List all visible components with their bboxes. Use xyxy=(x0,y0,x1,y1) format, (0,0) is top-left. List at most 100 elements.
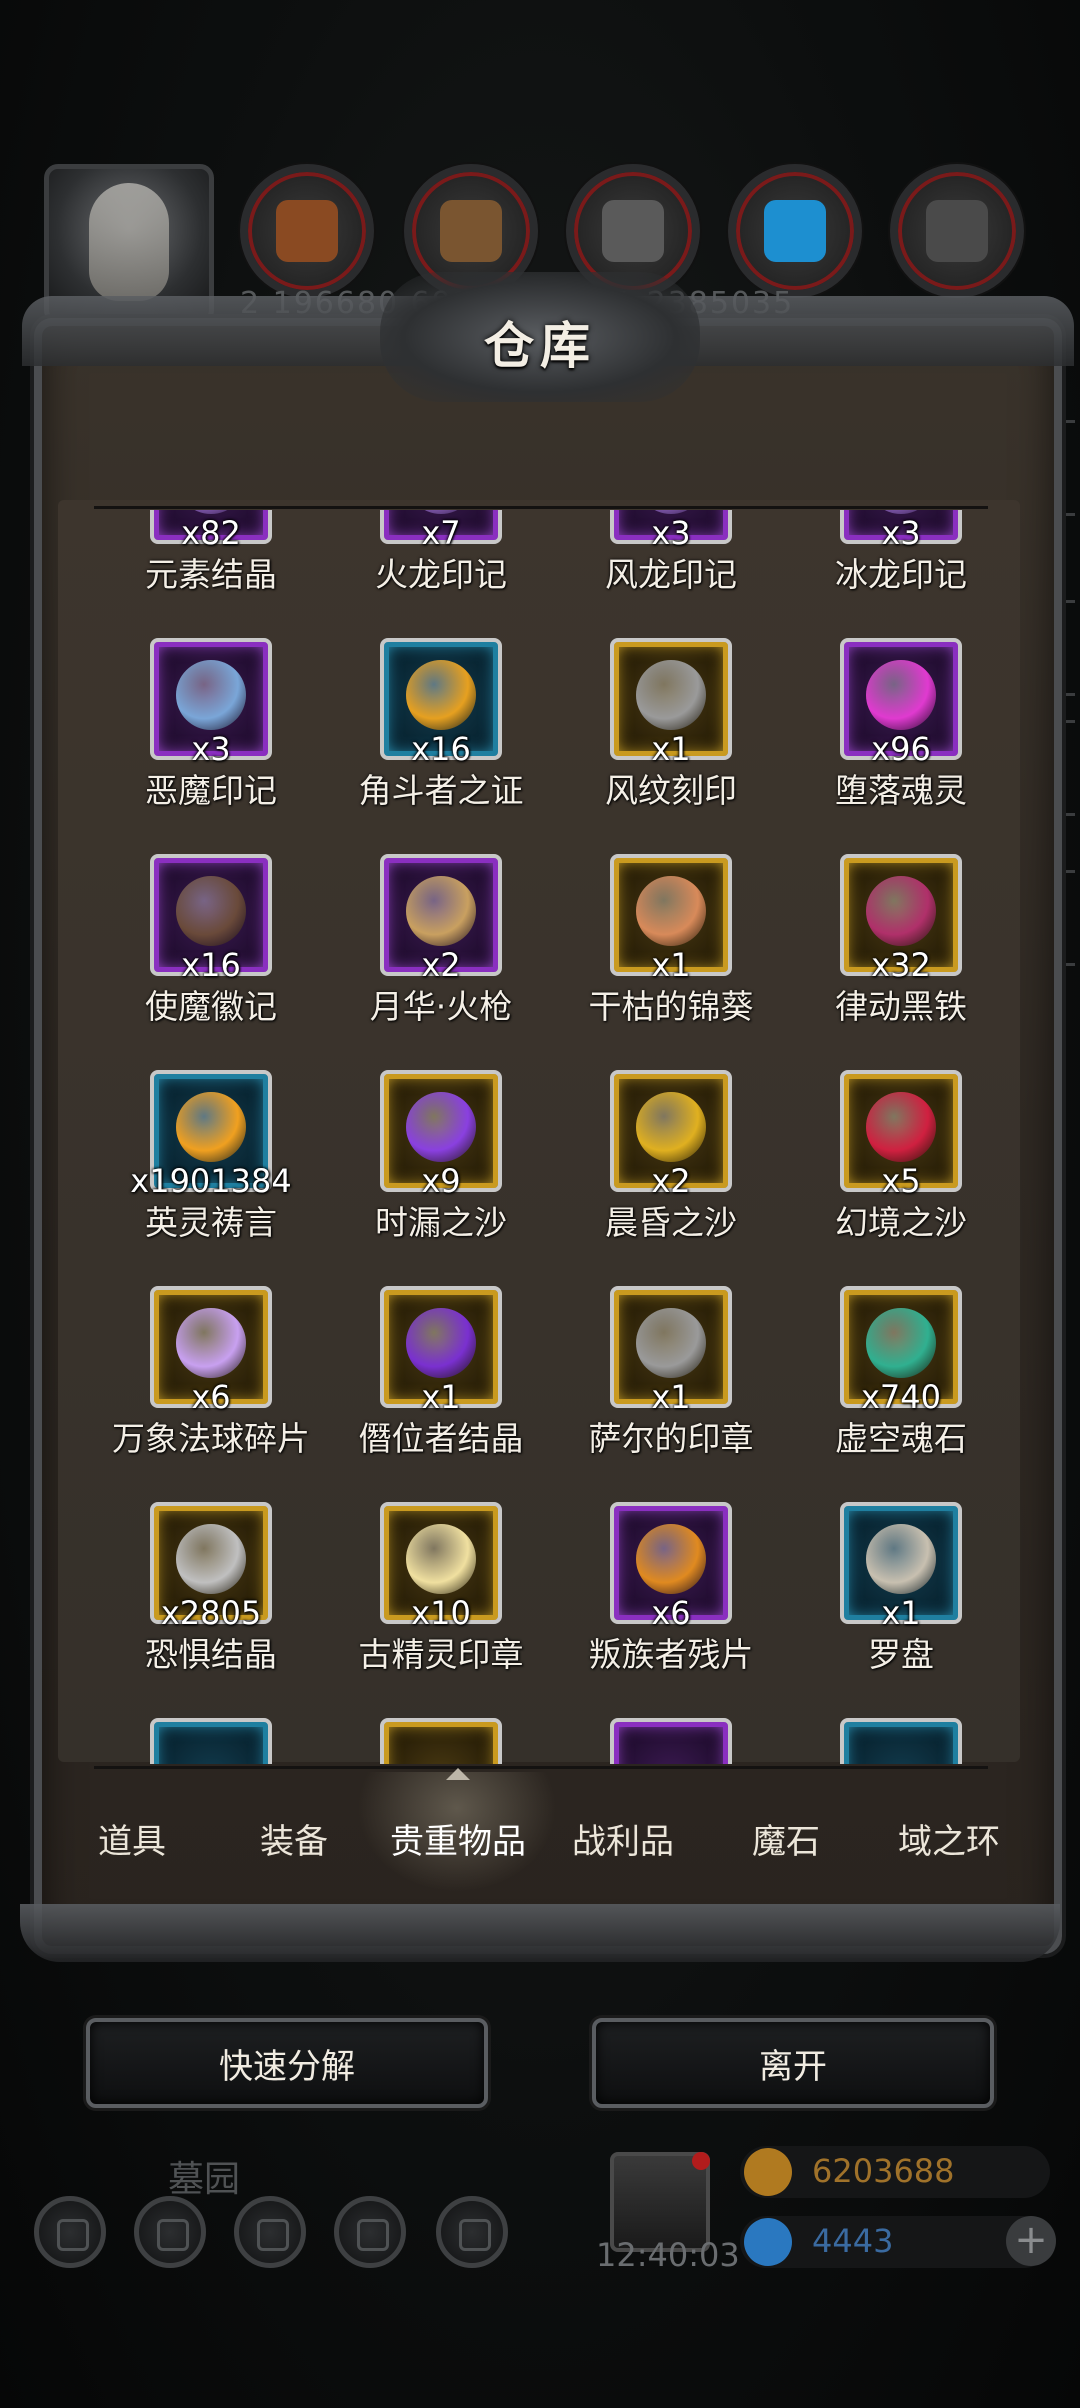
item-cell[interactable]: x7 火龙印记 xyxy=(324,510,554,638)
item-quantity: x16 xyxy=(411,730,471,768)
stone-resource-icon[interactable] xyxy=(890,164,1024,298)
item-icon xyxy=(866,660,936,730)
item-icon xyxy=(636,1308,706,1378)
item-cell[interactable]: x3 冰龙印记 xyxy=(784,510,988,638)
item-cell-partial[interactable] xyxy=(554,1718,784,1764)
gold-counter[interactable]: 6203688 xyxy=(740,2146,1050,2198)
item-cell[interactable]: x96 堕落魂灵 xyxy=(784,638,988,854)
tab-loot[interactable]: 战利品 xyxy=(572,1814,674,1863)
item-quantity: x3 xyxy=(881,514,921,552)
item-name: 僭位者结晶 xyxy=(358,1419,524,1458)
item-name: 律动黑铁 xyxy=(835,987,967,1026)
panel-frame-bottom xyxy=(20,1904,1060,1962)
item-name: 风龙印记 xyxy=(605,555,737,594)
item-quantity: x2 xyxy=(421,946,461,984)
item-cell[interactable]: x3 风龙印记 xyxy=(554,510,784,638)
item-cell[interactable]: x6 叛族者残片 xyxy=(554,1502,784,1718)
item-quantity: x10 xyxy=(411,1594,471,1632)
item-quantity: x1 xyxy=(651,1378,691,1416)
item-icon xyxy=(636,1524,706,1594)
item-cell[interactable]: x1 风纹刻印 xyxy=(554,638,784,854)
tab-items[interactable]: 道具 xyxy=(98,1814,166,1863)
item-grid[interactable]: x82 元素结晶 x7 火龙印记 x3 风龙印记 x3 冰龙印记 x3 恶魔印记 x16 角斗者之证 x… xyxy=(94,510,988,1764)
item-name: 使魔徽记 xyxy=(145,987,277,1026)
achievement-icon[interactable] xyxy=(134,2196,206,2268)
item-quantity: x1 xyxy=(881,1594,921,1632)
timer-text: 12:40:03 xyxy=(596,2236,740,2274)
item-icon xyxy=(636,660,706,730)
item-cell[interactable]: x1 干枯的锦葵 xyxy=(554,854,784,1070)
item-name: 幻境之沙 xyxy=(835,1203,967,1242)
diamond-counter[interactable]: 4443 xyxy=(740,2216,1050,2268)
item-row: x2805 恐惧结晶 x10 古精灵印章 x6 叛族者残片 x1 罗盘 xyxy=(94,1502,988,1718)
tab-magic-stones[interactable]: 魔石 xyxy=(752,1814,820,1863)
item-icon xyxy=(636,1092,706,1162)
item-quantity: x740 xyxy=(860,1378,941,1416)
item-slot xyxy=(380,1718,502,1764)
item-cell-partial[interactable] xyxy=(94,1718,324,1764)
item-icon xyxy=(636,876,706,946)
mail-icon[interactable] xyxy=(334,2196,406,2268)
item-cell[interactable]: x16 使魔徽记 xyxy=(94,854,324,1070)
item-cell[interactable]: x1 僭位者结晶 xyxy=(324,1286,554,1502)
item-quantity: x1 xyxy=(421,1378,461,1416)
item-cell[interactable]: x6 万象法球碎片 xyxy=(94,1286,324,1502)
item-icon xyxy=(176,1308,246,1378)
item-name: 风纹刻印 xyxy=(605,771,737,810)
avatar-face xyxy=(89,183,169,301)
gold-coin-icon xyxy=(744,2148,792,2196)
item-name: 晨昏之沙 xyxy=(605,1203,737,1242)
quick-decompose-button[interactable]: 快速分解 xyxy=(86,2018,488,2108)
gold-value: 6203688 xyxy=(812,2152,955,2190)
active-tab-indicator xyxy=(446,1768,470,1780)
notification-dot xyxy=(692,2152,710,2170)
item-cell[interactable]: x5 幻境之沙 xyxy=(784,1070,988,1286)
item-cell[interactable]: x2 晨昏之沙 xyxy=(554,1070,784,1286)
item-cell[interactable]: x9 时漏之沙 xyxy=(324,1070,554,1286)
item-name: 月华·火枪 xyxy=(369,987,513,1026)
item-quantity: x6 xyxy=(191,1378,231,1416)
map-icon[interactable] xyxy=(234,2196,306,2268)
item-cell[interactable]: x32 律动黑铁 xyxy=(784,854,988,1070)
wood-resource-icon[interactable] xyxy=(240,164,374,298)
item-icon xyxy=(406,1308,476,1378)
guild-icon[interactable] xyxy=(436,2196,508,2268)
item-icon xyxy=(176,1524,246,1594)
item-cell[interactable]: x3 恶魔印记 xyxy=(94,638,324,854)
item-quantity: x1 xyxy=(651,946,691,984)
leave-button[interactable]: 离开 xyxy=(592,2018,994,2108)
item-cell[interactable]: x1 罗盘 xyxy=(784,1502,988,1718)
item-cell[interactable]: x2805 恐惧结晶 xyxy=(94,1502,324,1718)
tab-valuables[interactable]: 贵重物品 xyxy=(390,1814,526,1863)
item-cell[interactable]: x2 月华·火枪 xyxy=(324,854,554,1070)
item-cell[interactable]: x16 角斗者之证 xyxy=(324,638,554,854)
item-name: 恶魔印记 xyxy=(145,771,277,810)
item-row: x6 万象法球碎片 x1 僭位者结晶 x1 萨尔的印章 x740 虚空魂石 xyxy=(94,1286,988,1502)
settings-icon[interactable] xyxy=(34,2196,106,2268)
item-cell[interactable]: x10 古精灵印章 xyxy=(324,1502,554,1718)
item-name: 火龙印记 xyxy=(375,555,507,594)
item-slot xyxy=(150,1718,272,1764)
item-name: 英灵祷言 xyxy=(145,1203,277,1242)
item-cell[interactable]: x1 萨尔的印章 xyxy=(554,1286,784,1502)
item-quantity: x5 xyxy=(881,1162,921,1200)
item-icon xyxy=(176,660,246,730)
crystal-resource-icon[interactable] xyxy=(728,164,862,298)
divider xyxy=(94,1766,988,1769)
item-quantity: x1901384 xyxy=(130,1162,292,1200)
item-name: 古精灵印章 xyxy=(358,1635,524,1674)
tab-equipment[interactable]: 装备 xyxy=(260,1814,328,1863)
item-cell-partial[interactable] xyxy=(324,1718,554,1764)
item-icon xyxy=(406,1524,476,1594)
item-cell[interactable]: x1901384 英灵祷言 xyxy=(94,1070,324,1286)
add-currency-button[interactable]: + xyxy=(1006,2216,1056,2266)
tab-domain-rings[interactable]: 域之环 xyxy=(898,1814,1000,1863)
item-icon xyxy=(406,660,476,730)
item-cell-partial[interactable] xyxy=(784,1718,988,1764)
item-quantity: x3 xyxy=(651,514,691,552)
item-cell[interactable]: x740 虚空魂石 xyxy=(784,1286,988,1502)
item-quantity: x2805 xyxy=(160,1594,262,1632)
item-icon xyxy=(406,876,476,946)
item-cell[interactable]: x82 元素结晶 xyxy=(94,510,324,638)
item-row: x16 使魔徽记 x2 月华·火枪 x1 干枯的锦葵 x32 律动黑铁 xyxy=(94,854,988,1070)
